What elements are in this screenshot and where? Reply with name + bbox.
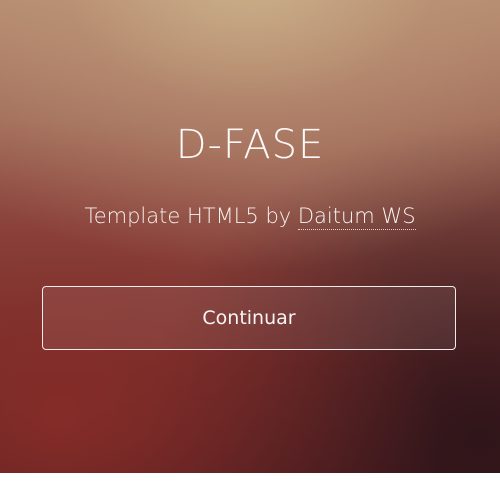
continue-button[interactable]: Continuar [42, 286, 456, 350]
hero-section: D-FASE Template HTML5 by Daitum WS Conti… [0, 0, 500, 473]
author-link[interactable]: Daitum WS [297, 204, 416, 230]
page-title: D-FASE [175, 122, 325, 168]
subtitle-text: Template HTML5 by [84, 204, 298, 228]
subtitle: Template HTML5 by Daitum WS [0, 204, 500, 230]
